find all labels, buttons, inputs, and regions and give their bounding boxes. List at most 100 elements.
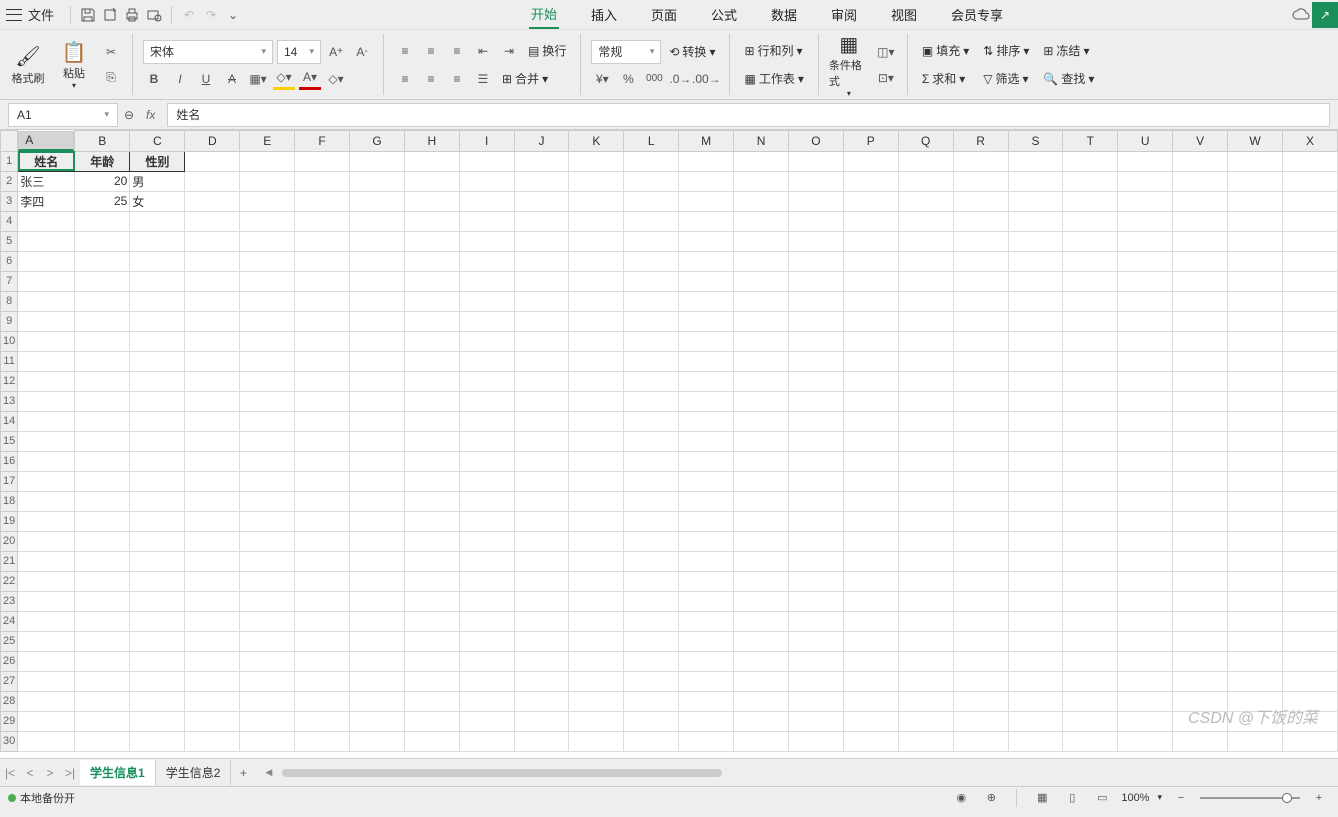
cell[interactable] — [404, 371, 459, 391]
cell[interactable] — [404, 611, 459, 631]
horizontal-scrollbar[interactable]: ◀ — [255, 768, 1338, 778]
row-header[interactable]: 9 — [1, 311, 18, 331]
cell[interactable] — [1283, 431, 1338, 451]
cell[interactable] — [679, 171, 734, 191]
cell[interactable] — [953, 491, 1008, 511]
cell[interactable] — [459, 551, 514, 571]
cell[interactable] — [75, 711, 130, 731]
cell[interactable] — [1118, 251, 1173, 271]
cell[interactable] — [18, 591, 75, 611]
cell[interactable] — [295, 191, 350, 211]
cell[interactable] — [569, 451, 624, 471]
cell[interactable] — [240, 471, 295, 491]
cell[interactable] — [1173, 571, 1228, 591]
cell[interactable] — [404, 351, 459, 371]
sheet-nav-prev-icon[interactable]: < — [20, 766, 40, 780]
cell[interactable] — [1283, 671, 1338, 691]
cell[interactable] — [1228, 451, 1283, 471]
sheet-tab-2[interactable]: 学生信息2 — [156, 760, 232, 785]
cell[interactable] — [185, 271, 240, 291]
cell[interactable] — [843, 211, 898, 231]
cell[interactable] — [788, 511, 843, 531]
cell[interactable] — [624, 291, 679, 311]
cell[interactable] — [404, 551, 459, 571]
cell[interactable] — [185, 391, 240, 411]
cell[interactable] — [18, 451, 75, 471]
cell[interactable] — [843, 411, 898, 431]
cell[interactable] — [788, 631, 843, 651]
cell[interactable] — [1228, 571, 1283, 591]
cut-icon[interactable]: ✂ — [100, 41, 122, 63]
cell[interactable]: 张三 — [18, 171, 75, 191]
cell[interactable] — [514, 371, 569, 391]
cell[interactable] — [1008, 371, 1063, 391]
row-header[interactable]: 6 — [1, 251, 18, 271]
cell[interactable] — [953, 591, 1008, 611]
cell[interactable] — [295, 491, 350, 511]
cell[interactable] — [624, 491, 679, 511]
cell[interactable] — [350, 651, 405, 671]
cell[interactable] — [734, 531, 789, 551]
cell[interactable] — [295, 691, 350, 711]
cell[interactable] — [185, 171, 240, 191]
col-header[interactable]: T — [1063, 131, 1118, 152]
sheet-nav-last-icon[interactable]: >| — [60, 766, 80, 780]
row-header[interactable]: 2 — [1, 171, 18, 191]
cell[interactable] — [1283, 551, 1338, 571]
cell[interactable] — [130, 631, 185, 651]
cell[interactable] — [1118, 151, 1173, 171]
cell[interactable] — [18, 631, 75, 651]
cell[interactable] — [459, 651, 514, 671]
cell[interactable] — [1228, 211, 1283, 231]
cell[interactable] — [679, 511, 734, 531]
percent-icon[interactable]: % — [617, 68, 639, 90]
cell[interactable] — [1118, 411, 1173, 431]
cell[interactable] — [240, 351, 295, 371]
cell[interactable] — [953, 251, 1008, 271]
cell[interactable] — [1063, 151, 1118, 171]
cell[interactable] — [295, 231, 350, 251]
cell[interactable] — [295, 711, 350, 731]
cell[interactable] — [130, 311, 185, 331]
cell[interactable] — [788, 591, 843, 611]
cell[interactable] — [569, 371, 624, 391]
print-preview-icon[interactable] — [143, 4, 165, 26]
cell[interactable] — [734, 371, 789, 391]
cell[interactable] — [1173, 331, 1228, 351]
cell[interactable] — [1173, 711, 1228, 731]
cell[interactable] — [75, 371, 130, 391]
cell[interactable] — [679, 551, 734, 571]
cell[interactable] — [514, 571, 569, 591]
cell[interactable] — [404, 471, 459, 491]
cell[interactable] — [734, 351, 789, 371]
cell[interactable] — [788, 651, 843, 671]
cell[interactable] — [130, 271, 185, 291]
cell[interactable] — [1008, 151, 1063, 171]
cell[interactable] — [350, 531, 405, 551]
fill-color-icon[interactable]: ◇▾ — [273, 68, 295, 90]
cell[interactable] — [18, 531, 75, 551]
redo-icon[interactable]: ↷ — [200, 4, 222, 26]
cell[interactable] — [569, 391, 624, 411]
cell[interactable] — [1118, 711, 1173, 731]
cell[interactable] — [1283, 691, 1338, 711]
cloud-icon[interactable] — [1290, 4, 1312, 26]
cell[interactable] — [1063, 671, 1118, 691]
col-header[interactable]: B — [75, 131, 130, 152]
cell[interactable] — [1008, 391, 1063, 411]
cell[interactable] — [734, 611, 789, 631]
cell[interactable] — [130, 211, 185, 231]
cell[interactable]: 20 — [75, 171, 130, 191]
cell[interactable] — [75, 271, 130, 291]
cell[interactable] — [514, 731, 569, 751]
cell[interactable] — [1173, 311, 1228, 331]
col-header[interactable]: L — [624, 131, 679, 152]
cell[interactable] — [240, 531, 295, 551]
cell[interactable] — [240, 551, 295, 571]
cell[interactable] — [953, 271, 1008, 291]
cell[interactable] — [843, 391, 898, 411]
cell[interactable] — [898, 711, 953, 731]
file-menu[interactable]: 文件 — [28, 5, 54, 24]
cell[interactable] — [898, 731, 953, 751]
cell[interactable] — [1173, 651, 1228, 671]
